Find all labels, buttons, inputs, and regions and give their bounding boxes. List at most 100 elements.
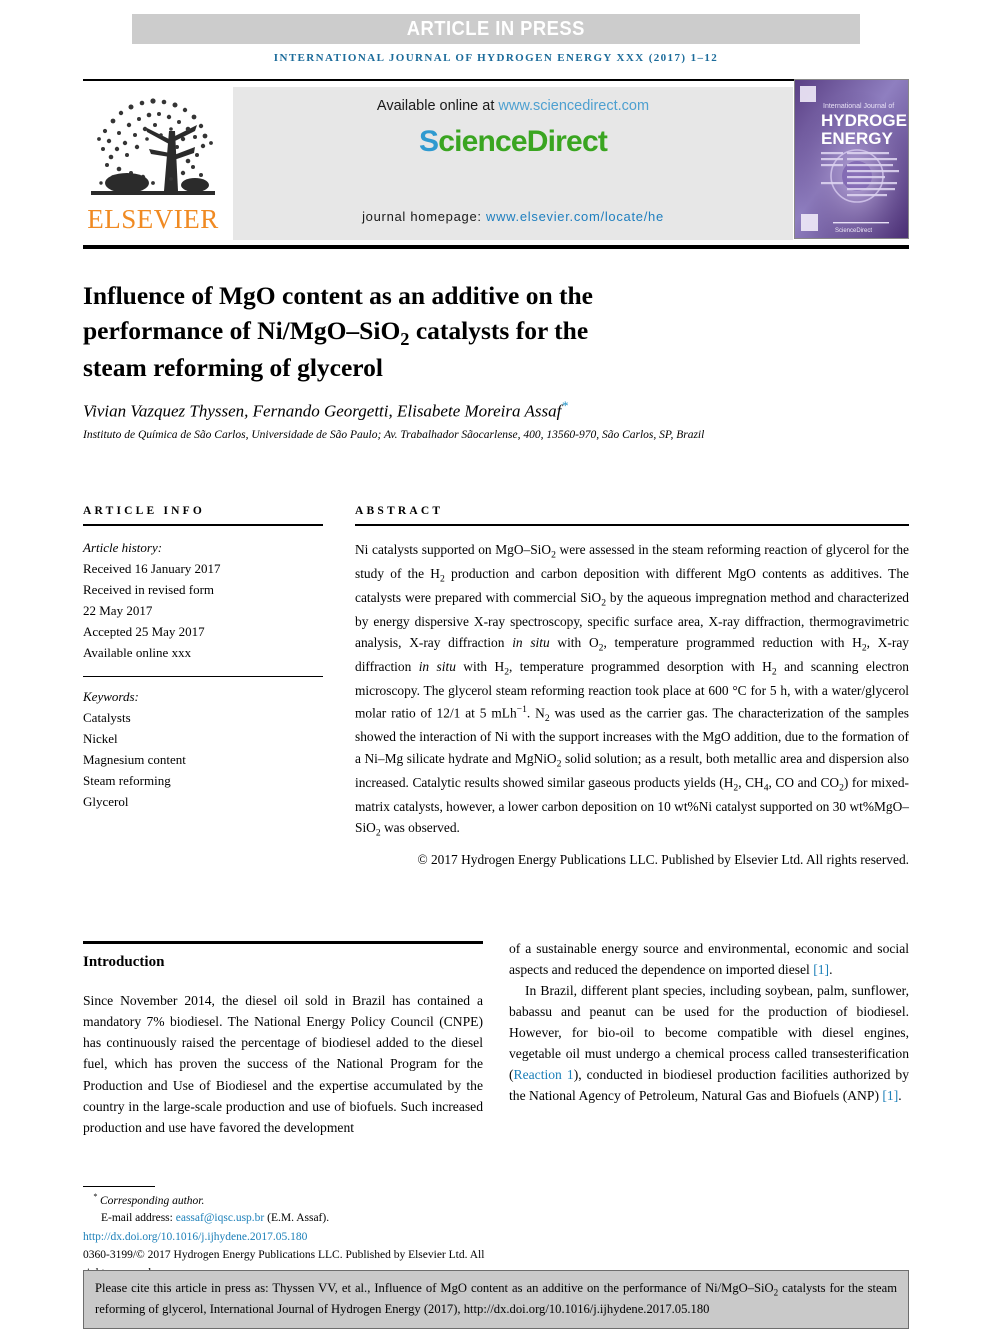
introduction-paragraph: In Brazil, different plant species, incl… bbox=[509, 980, 909, 1106]
article-history-item: Available online xxx bbox=[83, 644, 192, 660]
abstract-insitu: in situ bbox=[512, 635, 550, 651]
keyword-item: Steam reforming bbox=[83, 772, 171, 788]
footnote-rule bbox=[83, 1186, 155, 1187]
keyword-item: Nickel bbox=[83, 730, 118, 746]
introduction-right-column: of a sustainable energy source and envir… bbox=[509, 938, 909, 1107]
abstract-frag: was observed. bbox=[380, 820, 460, 836]
cite-frag: SiO bbox=[754, 1281, 774, 1295]
journal-homepage-prefix: journal homepage: bbox=[362, 209, 486, 224]
title-line-2-c: catalysts for the bbox=[409, 315, 589, 345]
please-cite-box: Please cite this article in press as: Th… bbox=[83, 1270, 909, 1329]
elsevier-wordmark: ELSEVIER bbox=[87, 204, 219, 234]
intro-frag: . bbox=[829, 962, 833, 978]
reference-link-1[interactable]: [1] bbox=[813, 962, 829, 977]
email-owner: (E.M. Assaf). bbox=[264, 1212, 330, 1225]
article-in-press-label: ARTICLE IN PRESS bbox=[406, 17, 586, 40]
reference-link-1b[interactable]: [1] bbox=[882, 1088, 898, 1103]
article-history-block: Article history: Received 16 January 201… bbox=[83, 537, 323, 663]
title-line-3: steam reforming of glycerol bbox=[83, 353, 383, 383]
abstract-frag: , temperature programmed desorption with… bbox=[509, 659, 772, 675]
available-online-prefix: Available online at bbox=[376, 98, 499, 114]
abstract-frag: , temperature programmed reduction with … bbox=[603, 635, 862, 651]
masthead: ELSEVIER Available online at www.science… bbox=[83, 79, 909, 241]
elsevier-tree-icon bbox=[83, 87, 223, 205]
reaction-1-link[interactable]: Reaction 1 bbox=[514, 1067, 574, 1082]
keywords-label: Keywords: bbox=[83, 688, 139, 704]
keyword-item: Magnesium content bbox=[83, 751, 186, 767]
sciencedirect-panel: Available online at www.sciencedirect.co… bbox=[233, 87, 793, 240]
abstract-frag: . N bbox=[526, 705, 545, 721]
footnote-text: Corresponding author. bbox=[100, 1194, 205, 1207]
introduction-paragraph: of a sustainable energy source and envir… bbox=[509, 938, 909, 980]
svg-text:ENERGY: ENERGY bbox=[821, 129, 893, 148]
doi-link[interactable]: http://dx.doi.org/10.1016/j.ijhydene.201… bbox=[83, 1231, 307, 1243]
abstract-frag: – bbox=[902, 799, 909, 815]
keyword-item: Catalysts bbox=[83, 709, 131, 725]
intro-frag: . bbox=[898, 1088, 902, 1104]
journal-running-head: INTERNATIONAL JOURNAL OF HYDROGEN ENERGY… bbox=[273, 52, 719, 64]
abstract-insitu: in situ bbox=[418, 659, 456, 675]
masthead-top-rule bbox=[83, 79, 909, 81]
introduction-heading: Introduction bbox=[83, 954, 165, 970]
keyword-item: Glycerol bbox=[83, 794, 129, 810]
corresponding-author-footnote: * Corresponding author. bbox=[83, 1191, 503, 1210]
title-line-2-a: performance of Ni/MgO bbox=[83, 315, 347, 345]
abstract-frag: Mg silicate hydrate and MgNiO bbox=[384, 750, 557, 766]
abstract-sup: −1 bbox=[516, 703, 527, 715]
elsevier-logo: ELSEVIER bbox=[83, 87, 223, 239]
introduction-paragraph: Since November 2014, the diesel oil sold… bbox=[83, 993, 483, 1135]
article-history-item: Received 16 January 2017 bbox=[83, 560, 221, 576]
abstract-column: ABSTRACT Ni catalysts supported on MgO – S… bbox=[355, 505, 909, 868]
journal-homepage-line: journal homepage: www.elsevier.com/locat… bbox=[233, 209, 793, 224]
svg-text:International Journal of: International Journal of bbox=[823, 103, 894, 110]
page-title: Influence of MgO content as an additive … bbox=[83, 279, 783, 386]
author-affiliation: Instituto de Química de São Carlos, Univ… bbox=[83, 429, 705, 441]
article-info-rule bbox=[83, 524, 323, 526]
abstract-rule bbox=[355, 524, 909, 526]
abstract-frag: with O bbox=[549, 635, 599, 651]
sciencedirect-url-link[interactable]: www.sciencedirect.com bbox=[498, 98, 649, 114]
author-names: Vivian Vazquez Thyssen, Fernando Georget… bbox=[83, 401, 562, 421]
cite-frag: Please cite this article in press as: Th… bbox=[95, 1281, 748, 1295]
article-info-divider bbox=[83, 675, 323, 677]
article-history-item: 22 May 2017 bbox=[83, 602, 153, 618]
sciencedirect-logo-initial: S bbox=[418, 125, 439, 158]
abstract-frag: – bbox=[377, 750, 385, 766]
introduction-left-column: Introduction Since November 2014, the di… bbox=[83, 951, 483, 1138]
journal-cover-thumbnail: International Journal of HYDROGEN ENERGY… bbox=[794, 79, 909, 239]
footnote-marker: * bbox=[93, 1192, 98, 1201]
article-in-press-banner: ARTICLE IN PRESS bbox=[132, 14, 860, 44]
article-info-heading: ARTICLE INFO bbox=[83, 505, 206, 517]
article-history-item: Accepted 25 May 2017 bbox=[83, 623, 205, 639]
title-line-1: Influence of MgO content as an additive … bbox=[83, 281, 593, 311]
abstract-frag: SiO bbox=[355, 820, 376, 836]
available-online-line: Available online at www.sciencedirect.co… bbox=[233, 98, 793, 114]
abstract-frag: Ni catalysts supported on MgO bbox=[355, 541, 524, 557]
sciencedirect-logo-rest: cienceDirect bbox=[438, 125, 608, 158]
title-line-2-dash: – bbox=[346, 315, 360, 345]
introduction-top-rule bbox=[83, 941, 483, 944]
intro-frag: of a sustainable energy source and envir… bbox=[509, 941, 909, 978]
corresponding-author-marker[interactable]: * bbox=[561, 398, 568, 413]
email-footnote: E-mail address: eassaf@iqsc.usp.br (E.M.… bbox=[83, 1210, 503, 1227]
footnote-block: * Corresponding author. E-mail address: … bbox=[83, 1191, 503, 1282]
abstract-frag: with H bbox=[455, 659, 505, 675]
keywords-block: Keywords: Catalysts Nickel Magnesium con… bbox=[83, 686, 323, 812]
sciencedirect-logo[interactable]: ScienceDirect bbox=[233, 125, 793, 159]
journal-homepage-link[interactable]: www.elsevier.com/locate/he bbox=[486, 209, 664, 224]
abstract-heading: ABSTRACT bbox=[355, 505, 444, 517]
title-line-2-b: SiO bbox=[359, 315, 401, 345]
doi-footnote: http://dx.doi.org/10.1016/j.ijhydene.201… bbox=[83, 1229, 503, 1246]
article-history-item: Received in revised form bbox=[83, 581, 215, 597]
article-info-column: ARTICLE INFO Article history: Received 1… bbox=[83, 505, 323, 812]
author-list: Vivian Vazquez Thyssen, Fernando Georget… bbox=[83, 398, 843, 422]
email-label: E-mail address: bbox=[101, 1212, 176, 1225]
abstract-copyright: © 2017 Hydrogen Energy Publications LLC.… bbox=[417, 851, 909, 867]
abstract-text: Ni catalysts supported on MgO–SiO2 were … bbox=[355, 539, 909, 842]
article-history-label: Article history: bbox=[83, 539, 163, 555]
email-link[interactable]: eassaf@iqsc.usp.br bbox=[176, 1212, 265, 1224]
svg-text:HYDROGEN: HYDROGEN bbox=[821, 111, 908, 130]
title-top-rule bbox=[83, 245, 909, 249]
abstract-frag: , CO and CO bbox=[768, 774, 840, 790]
abstract-frag: , CH bbox=[738, 774, 764, 790]
